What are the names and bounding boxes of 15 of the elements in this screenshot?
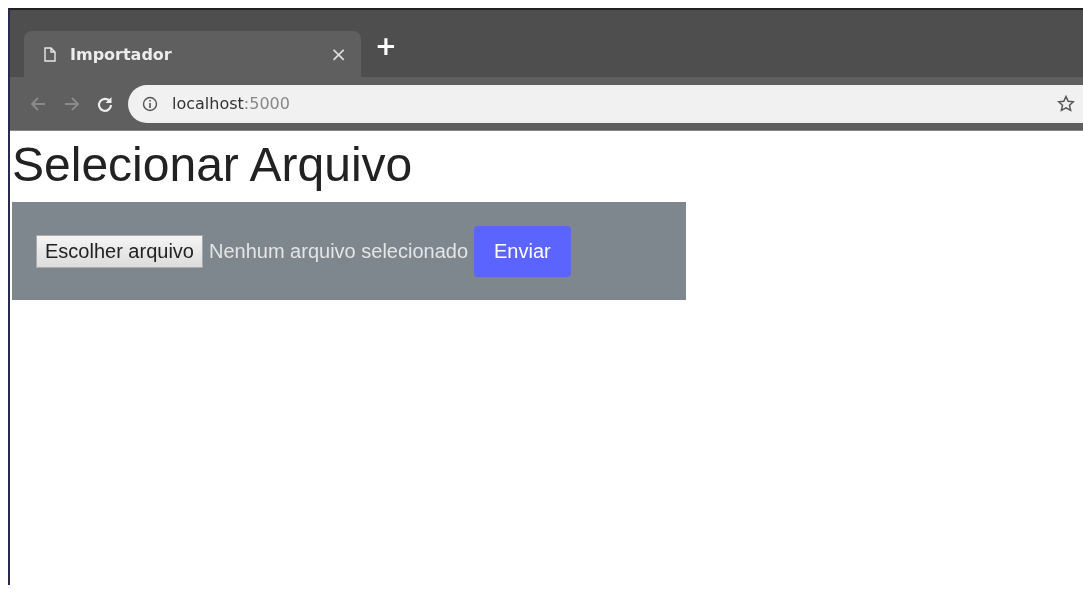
url-host: localhost <box>172 94 244 113</box>
reload-icon[interactable] <box>96 94 114 113</box>
info-icon <box>142 95 158 112</box>
browser-tab[interactable]: Importador × <box>24 31 361 77</box>
address-bar[interactable]: localhost:5000 <box>128 84 1083 123</box>
url-port: :5000 <box>243 94 290 113</box>
bookmark-star-icon[interactable] <box>1057 94 1075 113</box>
page-icon <box>44 46 56 62</box>
tab-title: Importador <box>70 44 173 64</box>
submit-button[interactable]: Enviar <box>474 225 571 277</box>
choose-file-button[interactable]: Escolher arquivo <box>36 234 203 268</box>
page-heading: Selecionar Arquivo <box>12 137 414 192</box>
close-tab-button[interactable]: × <box>330 42 347 66</box>
new-tab-button[interactable]: + <box>375 30 397 61</box>
file-status-text: Nenhum arquivo selecionado <box>208 239 469 263</box>
